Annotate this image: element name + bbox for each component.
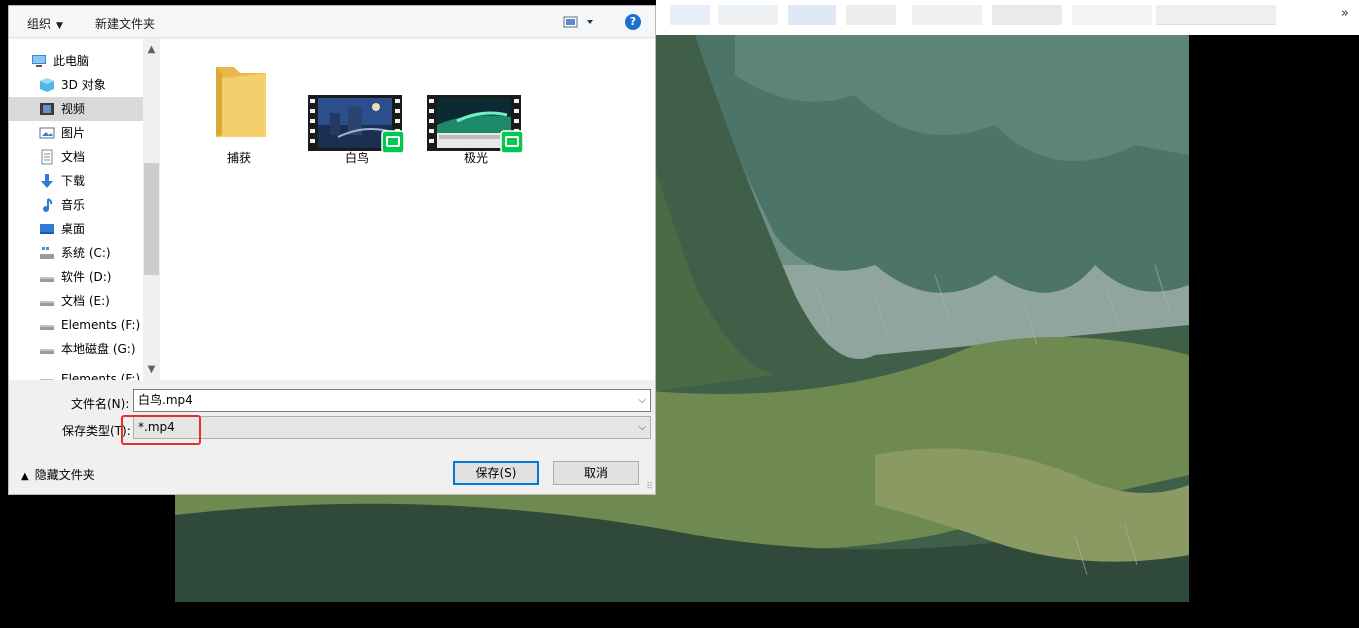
sidebar-item[interactable]: 3D 对象 <box>9 73 143 97</box>
save-button[interactable]: 保存(S) <box>453 461 539 485</box>
drive-icon <box>39 293 55 309</box>
drive-icon <box>39 371 55 380</box>
filename-value: 白鸟.mp4 <box>138 393 193 407</box>
sidebar-item-label: Elements (F:) <box>61 318 141 332</box>
sidebar-item[interactable]: 本地磁盘 (G:) <box>9 337 143 361</box>
file-item-folder[interactable]: 捕获 <box>184 53 294 165</box>
cancel-button[interactable]: 取消 <box>553 461 639 485</box>
pc-icon <box>31 53 47 69</box>
blurred-content <box>670 5 710 25</box>
downloads-icon <box>39 173 55 189</box>
blurred-content <box>992 5 1062 25</box>
videos-icon <box>39 101 55 117</box>
sidebar-item[interactable]: Elements (F:) <box>9 313 143 337</box>
double-chevron-icon[interactable]: » <box>1341 6 1349 21</box>
sidebar-item-label: 文档 (E:) <box>61 294 110 308</box>
3d-objects-icon <box>39 77 55 93</box>
sidebar-item-label: 音乐 <box>61 198 86 212</box>
dialog-content: 此电脑 3D 对象视频图片文档下载音乐桌面系统 (C:) 软件 (D:) 文档 (E:… <box>9 39 655 380</box>
file-item-video[interactable]: 极光 <box>421 53 531 165</box>
scroll-down-icon[interactable]: ▼ <box>143 361 160 378</box>
help-icon[interactable]: ? <box>625 14 641 30</box>
documents-icon <box>39 149 55 165</box>
sidebar-item[interactable]: Elements (F:) <box>9 367 143 380</box>
dialog-toolbar: 组织 ▼ 新建文件夹 ? <box>9 6 655 38</box>
save-dialog: 组织 ▼ 新建文件夹 ? 此电脑 3D 对象视频图片文档下载音乐桌面系统 (C:) 软… <box>8 5 656 495</box>
blurred-content <box>1156 5 1276 25</box>
browser-bar: » <box>656 0 1359 35</box>
folder-icon <box>216 67 266 137</box>
chevron-down-icon[interactable]: ⌵ <box>638 390 646 411</box>
sidebar-item-label: 此电脑 <box>53 54 90 68</box>
blurred-content <box>718 5 778 25</box>
sidebar-item-label: 桌面 <box>61 222 86 236</box>
drive-icon <box>39 341 55 357</box>
sidebar-item[interactable]: 桌面 <box>9 217 143 241</box>
filename-label: 文件名(N): <box>71 397 130 411</box>
sidebar-item[interactable]: 文档 (E:) <box>9 289 143 313</box>
sidebar-item[interactable]: 系统 (C:) <box>9 241 143 265</box>
screen: » 组织 ▼ 新建文件夹 ? 此电脑 3D 对象 视频 图片 文档 下载 音乐 … <box>0 0 1359 628</box>
nav-scrollbar[interactable]: ▲ ▼ <box>143 39 160 380</box>
music-icon <box>39 197 55 213</box>
view-list-icon <box>563 16 593 28</box>
sidebar-item-label: 软件 (D:) <box>61 270 112 284</box>
sidebar-item[interactable]: 图片 <box>9 121 143 145</box>
sidebar-item[interactable]: 视频 <box>9 97 143 121</box>
sidebar-item[interactable]: 此电脑 <box>9 49 143 73</box>
pictures-icon <box>39 125 55 141</box>
caret-down-icon: ▼ <box>56 21 63 31</box>
highlight-box <box>121 415 201 445</box>
organize-label: 组织 <box>27 17 52 31</box>
file-name: 捕获 <box>226 151 251 165</box>
organize-button[interactable]: 组织 ▼ <box>27 15 63 32</box>
blurred-content <box>846 5 896 25</box>
file-item-video[interactable]: 白鸟 <box>302 53 412 165</box>
file-name: 白鸟 <box>344 151 369 165</box>
sidebar-item[interactable]: 音乐 <box>9 193 143 217</box>
hide-folders-toggle[interactable]: ▲ 隐藏文件夹 <box>21 466 95 483</box>
sidebar-item-label: 文档 <box>61 150 86 164</box>
sidebar-item[interactable]: 软件 (D:) <box>9 265 143 289</box>
filetype-select[interactable]: *.mp4 ⌵ <box>133 416 651 439</box>
sidebar-item-label: 本地磁盘 (G:) <box>61 342 136 356</box>
desktop-icon <box>39 221 55 237</box>
scrollbar-thumb[interactable] <box>144 163 159 275</box>
sidebar-item-label: Elements (F:) <box>61 372 141 380</box>
view-options-button[interactable] <box>563 14 597 30</box>
sidebar-item-label: 下载 <box>61 174 86 188</box>
sidebar-item-label: 系统 (C:) <box>61 246 111 260</box>
dialog-bottom: 文件名(N): 白鸟.mp4 ⌵ 保存类型(T): *.mp4 ⌵ ▲ 隐藏文件夹… <box>9 380 655 494</box>
blurred-content <box>912 5 982 25</box>
system-drive-icon <box>39 245 55 261</box>
hide-folders-label: 隐藏文件夹 <box>34 468 95 482</box>
blurred-content <box>788 5 836 25</box>
scroll-up-icon[interactable]: ▲ <box>143 41 160 58</box>
sidebar-item[interactable]: 下载 <box>9 169 143 193</box>
navigation-pane: 此电脑 3D 对象视频图片文档下载音乐桌面系统 (C:) 软件 (D:) 文档 (E:… <box>9 39 159 380</box>
chevron-down-icon[interactable]: ⌵ <box>638 417 646 438</box>
drive-icon <box>39 269 55 285</box>
filename-field[interactable]: 白鸟.mp4 ⌵ <box>133 389 651 412</box>
file-name: 极光 <box>463 151 488 165</box>
new-folder-button[interactable]: 新建文件夹 <box>95 15 155 32</box>
sidebar-item-label: 3D 对象 <box>61 78 106 92</box>
resize-grip-icon[interactable]: ⠿ <box>646 482 653 492</box>
sidebar-item-label: 图片 <box>61 126 86 140</box>
chevron-up-icon: ▲ <box>21 471 29 482</box>
drive-icon <box>39 317 55 333</box>
blurred-content <box>1072 5 1152 25</box>
sidebar-item-label: 视频 <box>61 102 86 116</box>
file-view: 捕获 白鸟 极光 <box>160 39 655 380</box>
sidebar-item[interactable]: 文档 <box>9 145 143 169</box>
